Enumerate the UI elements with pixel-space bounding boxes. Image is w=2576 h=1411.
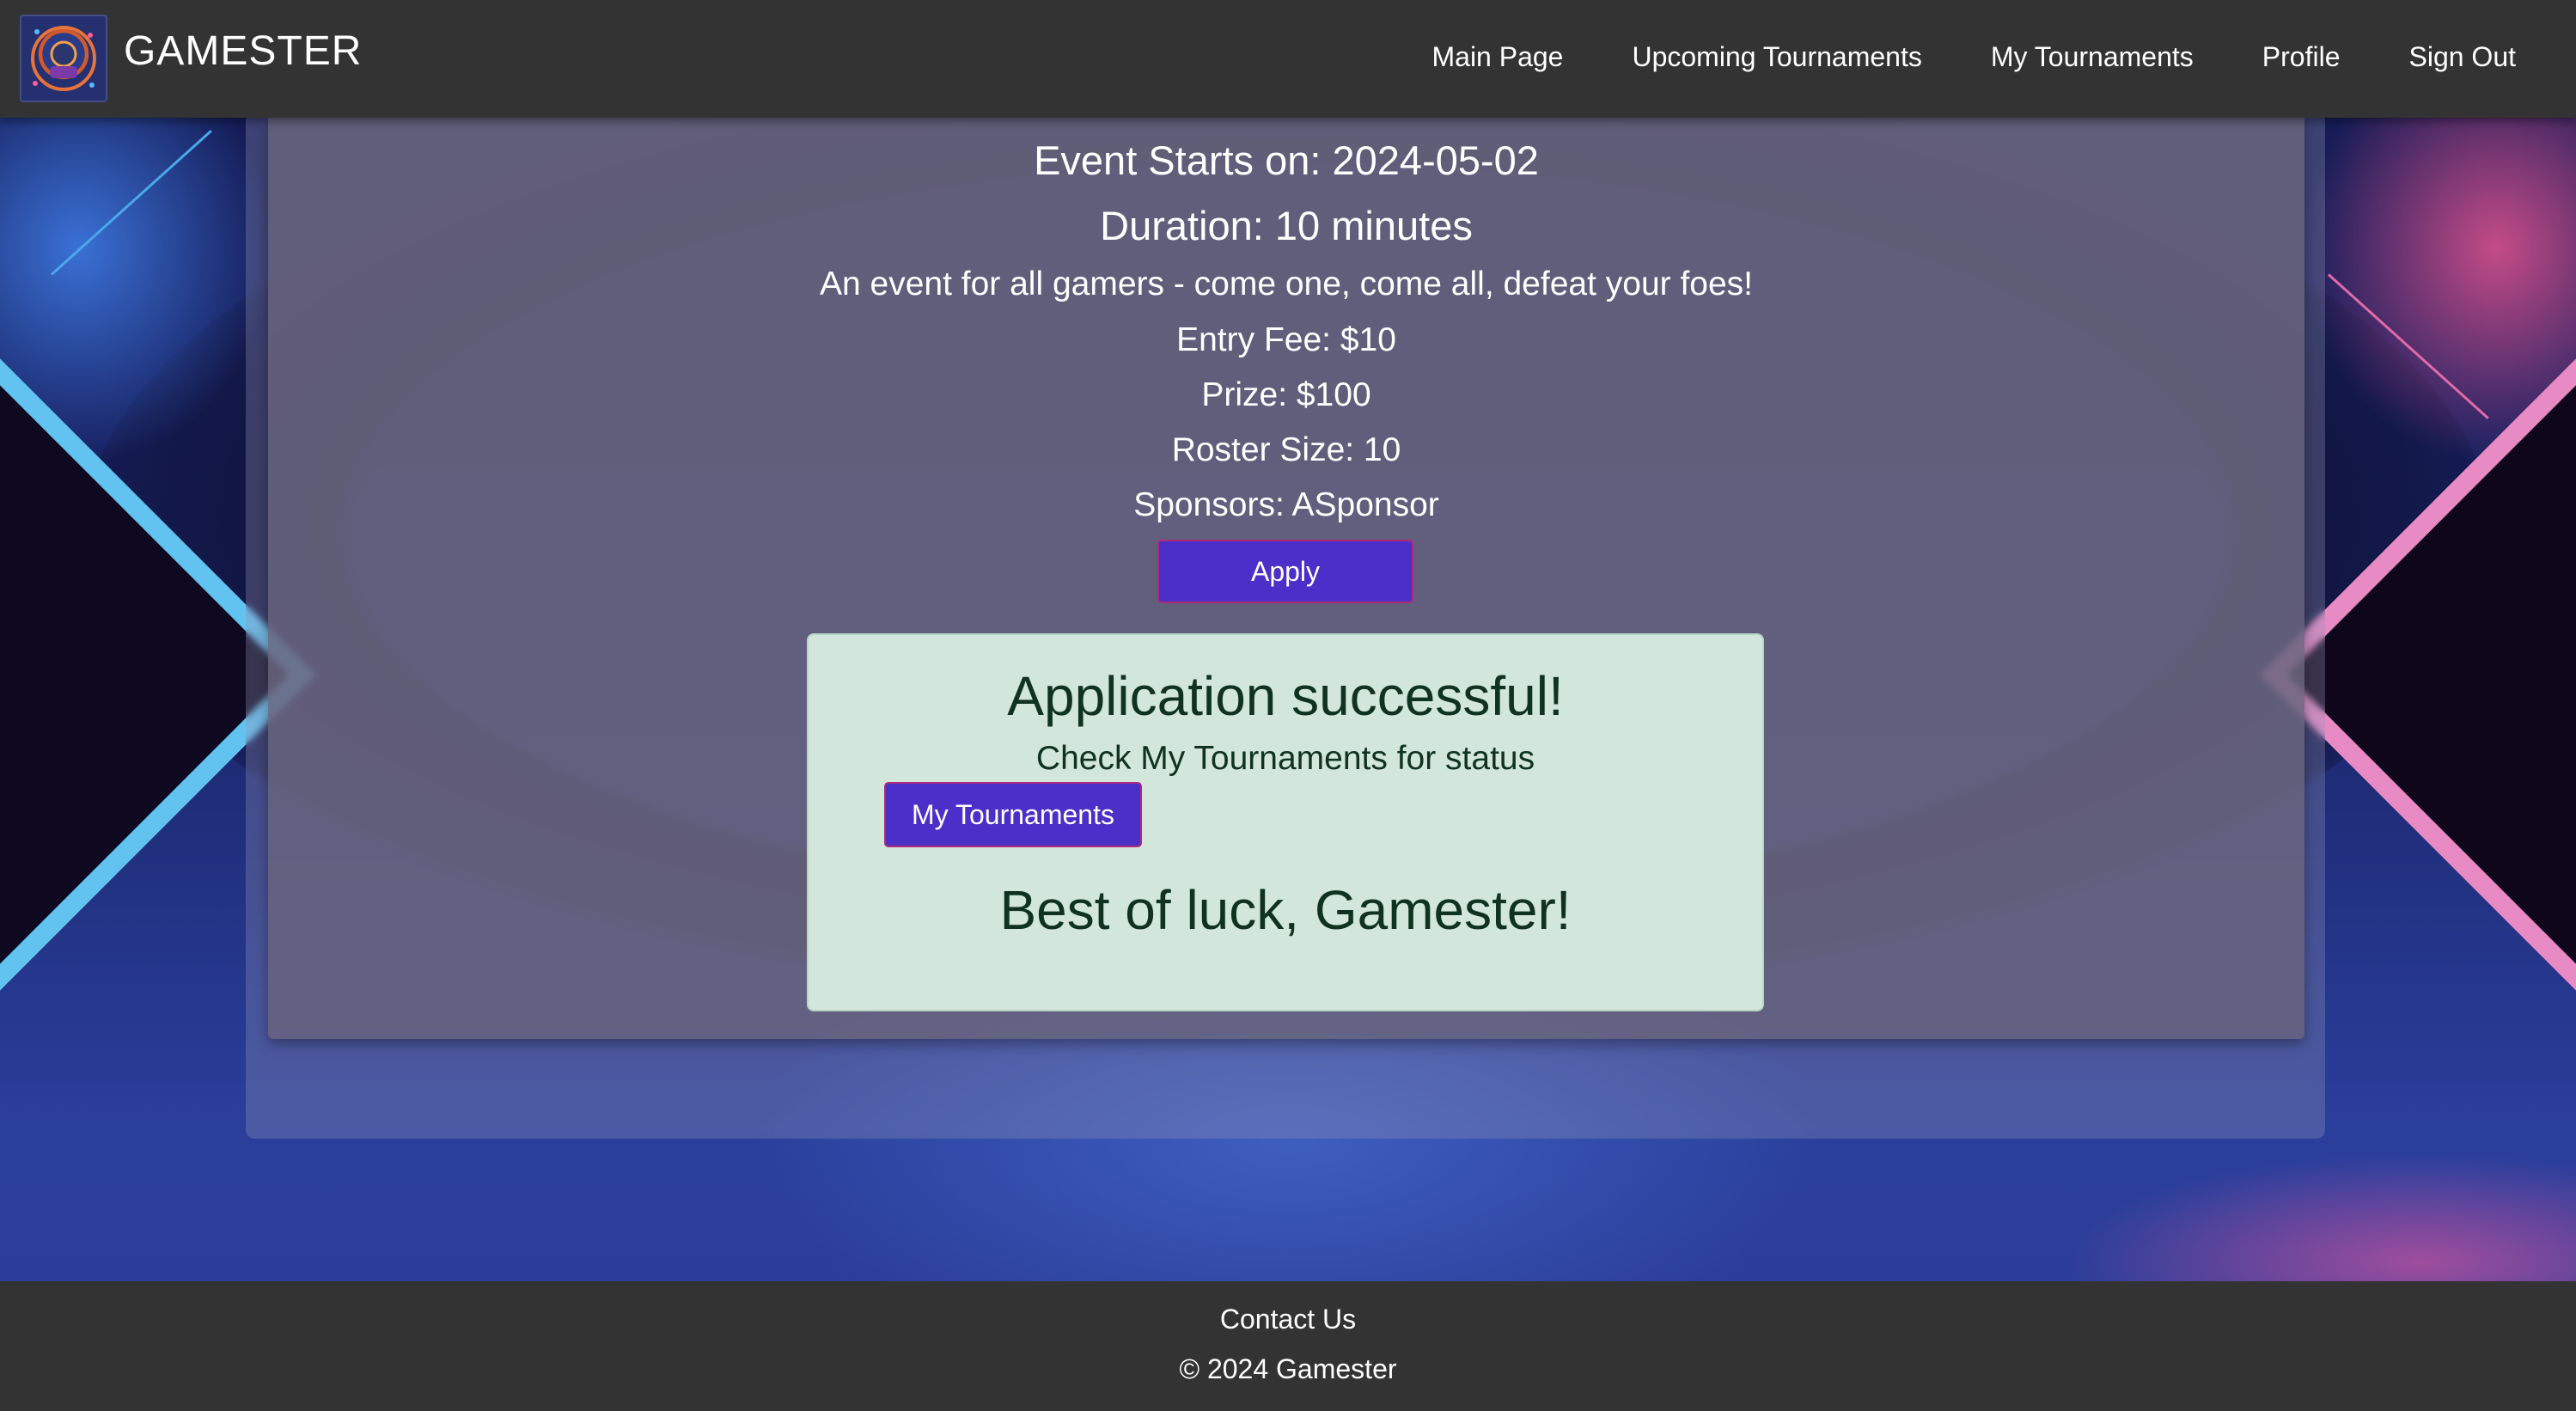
nav-profile[interactable]: Profile <box>2262 41 2341 73</box>
gamester-logo-icon[interactable] <box>20 15 107 102</box>
top-navbar: GAMESTER Main Page Upcoming Tournaments … <box>0 0 2576 118</box>
event-entry-fee: Entry Fee: $10 <box>1176 321 1396 358</box>
success-farewell: Best of luck, Gamester! <box>999 879 1572 941</box>
nav-sign-out[interactable]: Sign Out <box>2408 41 2516 73</box>
logo-emblem <box>31 26 96 91</box>
my-tournaments-button[interactable]: My Tournaments <box>884 782 1142 847</box>
nav-upcoming-tournaments[interactable]: Upcoming Tournaments <box>1632 41 1921 73</box>
event-prize: Prize: $100 <box>1201 376 1371 413</box>
nav-main-page[interactable]: Main Page <box>1431 41 1563 73</box>
event-details-panel: Event Starts on: 2024-05-02 Duration: 10… <box>268 118 2304 1039</box>
contact-us-link[interactable]: Contact Us <box>0 1304 2576 1335</box>
success-title: Application successful! <box>1007 665 1564 727</box>
brand-name[interactable]: GAMESTER <box>124 27 362 75</box>
nav-my-tournaments[interactable]: My Tournaments <box>1991 41 2194 73</box>
event-start-date: Event Starts on: 2024-05-02 <box>1034 137 1539 183</box>
event-duration: Duration: 10 minutes <box>1100 203 1473 248</box>
copyright-text: © 2024 Gamester <box>1179 1353 1397 1384</box>
event-roster-size: Roster Size: 10 <box>1171 431 1401 468</box>
event-description: An event for all gamers - come one, come… <box>819 266 1754 302</box>
apply-button[interactable]: Apply <box>1157 540 1413 603</box>
event-sponsors: Sponsors: ASponsor <box>1133 486 1439 523</box>
main-nav: Main Page Upcoming Tournaments My Tourna… <box>1431 41 2516 73</box>
page-footer: Contact Us © 2024 Gamester <box>0 1281 2576 1411</box>
success-subtitle: Check My Tournaments for status <box>1035 740 1535 777</box>
